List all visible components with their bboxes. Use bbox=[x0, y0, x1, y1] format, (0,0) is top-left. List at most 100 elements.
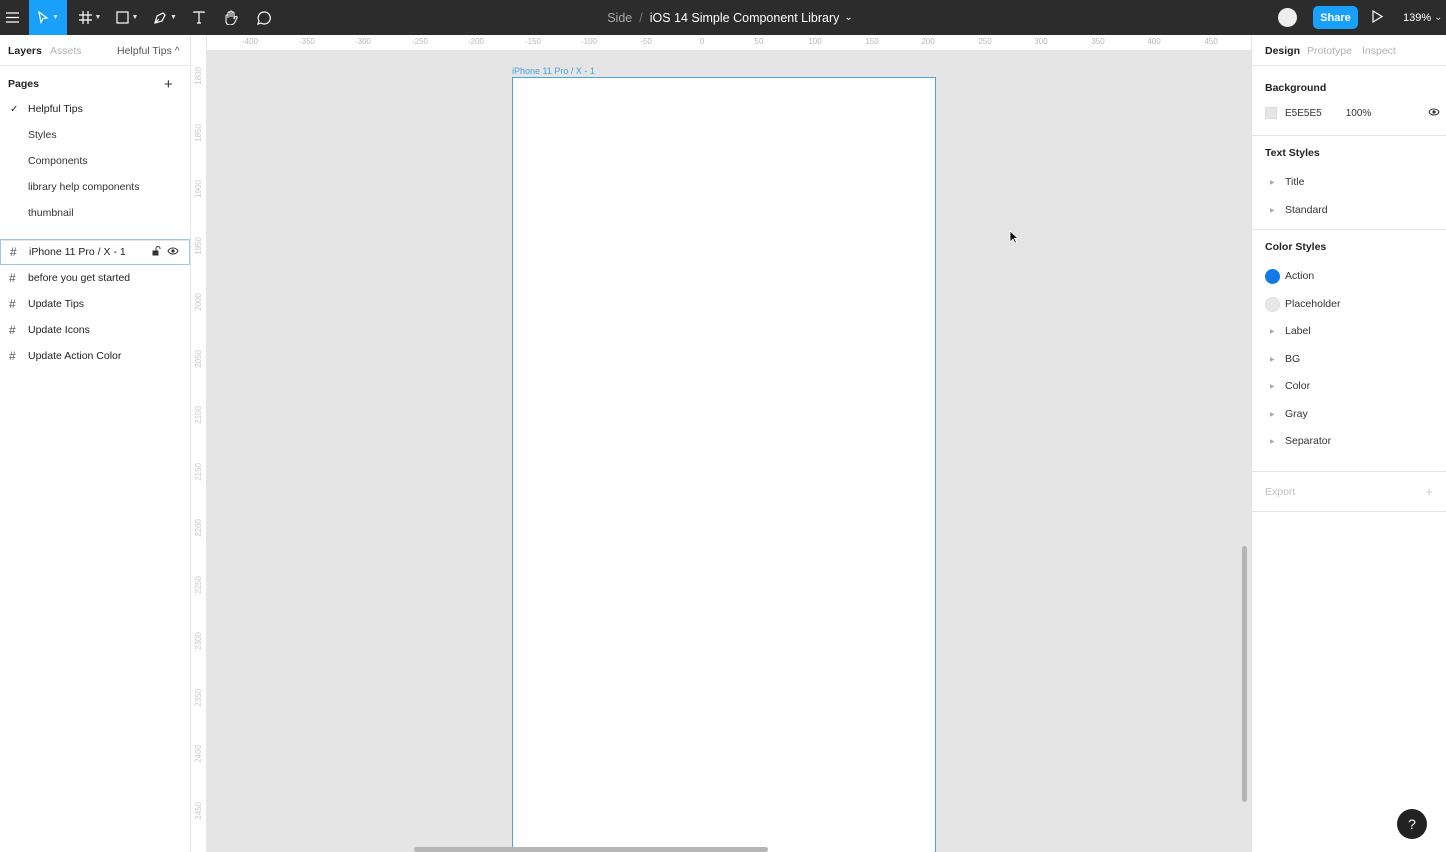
eye-icon[interactable] bbox=[1428, 107, 1440, 117]
ruler-tick: 2050 bbox=[194, 350, 203, 368]
ruler-tick: 2300 bbox=[194, 632, 203, 650]
caret-right-icon: ▶ bbox=[1270, 438, 1275, 445]
main-menu-button[interactable] bbox=[0, 0, 24, 35]
tab-layers[interactable]: Layers bbox=[8, 45, 42, 57]
text-style-item[interactable]: ▶ Title bbox=[1265, 173, 1440, 191]
tab-inspect[interactable]: Inspect bbox=[1362, 45, 1396, 57]
background-opacity-input[interactable]: 100% bbox=[1346, 108, 1372, 119]
color-group-item[interactable]: ▶ Label bbox=[1265, 322, 1440, 340]
text-tool-button[interactable] bbox=[189, 0, 209, 35]
text-style-label: Title bbox=[1285, 176, 1305, 188]
color-group-item[interactable]: ▶ Separator bbox=[1265, 432, 1440, 450]
zoom-dropdown[interactable]: 139% ⌄ bbox=[1403, 0, 1443, 35]
current-page-dropdown[interactable]: Helpful Tips ^ bbox=[117, 45, 180, 57]
hand-tool-button[interactable] bbox=[221, 0, 241, 35]
ruler-tick: 50 bbox=[754, 37, 764, 46]
eye-icon[interactable] bbox=[167, 246, 179, 256]
section-divider bbox=[1252, 135, 1446, 136]
page-item[interactable]: library help components bbox=[0, 174, 190, 200]
pen-icon bbox=[154, 11, 166, 24]
color-group-item[interactable]: ▶ BG bbox=[1265, 350, 1440, 368]
ruler-tick: -100 bbox=[580, 37, 598, 46]
file-name[interactable]: iOS 14 Simple Component Library bbox=[650, 11, 840, 25]
ruler-tick: 400 bbox=[1147, 37, 1161, 46]
layer-item[interactable]: # Update Icons bbox=[0, 317, 190, 343]
ruler-tick: 1800 bbox=[194, 67, 203, 85]
layer-item[interactable]: # before you get started bbox=[0, 265, 190, 291]
ruler-tick: 2100 bbox=[194, 406, 203, 424]
ruler-tick: 1850 bbox=[194, 124, 203, 142]
color-style-item[interactable]: Placeholder bbox=[1265, 295, 1440, 313]
ruler-tick: 450 bbox=[1204, 37, 1218, 46]
add-page-button[interactable]: + bbox=[164, 76, 173, 93]
page-item[interactable]: Components bbox=[0, 148, 190, 174]
layer-label: iPhone 11 Pro / X - 1 bbox=[29, 246, 126, 258]
share-button[interactable]: Share bbox=[1313, 6, 1358, 29]
color-dot-action bbox=[1265, 268, 1280, 284]
layer-tools bbox=[152, 246, 179, 256]
background-color-swatch[interactable] bbox=[1265, 107, 1277, 119]
layer-item-selected[interactable]: # iPhone 11 Pro / X - 1 bbox=[0, 239, 190, 265]
left-sidebar: Layers Assets Helpful Tips ^ Pages + ✓ H… bbox=[0, 35, 191, 852]
layer-item[interactable]: # Update Tips bbox=[0, 291, 190, 317]
caret-right-icon: ▶ bbox=[1270, 411, 1275, 418]
checkmark-icon: ✓ bbox=[10, 103, 19, 115]
horizontal-scrollbar[interactable] bbox=[414, 847, 768, 852]
page-label: library help components bbox=[28, 181, 140, 193]
present-button[interactable] bbox=[1372, 9, 1384, 26]
caret-right-icon: ▶ bbox=[1270, 179, 1275, 186]
color-group-label: Color bbox=[1285, 380, 1311, 392]
comment-tool-button[interactable] bbox=[254, 0, 274, 35]
vertical-scrollbar[interactable] bbox=[1242, 546, 1247, 802]
chevron-down-icon: ▼ bbox=[170, 14, 177, 21]
chevron-down-icon[interactable]: ⌄ bbox=[844, 12, 852, 23]
left-panel-tabs: Layers Assets Helpful Tips ^ bbox=[0, 35, 190, 66]
frame-hash-icon: # bbox=[9, 297, 16, 311]
lock-open-icon[interactable] bbox=[152, 246, 161, 256]
right-sidebar: Design Prototype Inspect Background E5E5… bbox=[1251, 35, 1446, 852]
ruler-tick: 1900 bbox=[194, 180, 203, 198]
add-export-button[interactable]: + bbox=[1425, 484, 1433, 499]
color-group-item[interactable]: ▶ Gray bbox=[1265, 405, 1440, 423]
page-label: Styles bbox=[28, 129, 57, 141]
zoom-value: 139% bbox=[1403, 11, 1432, 24]
user-avatar[interactable] bbox=[1278, 8, 1297, 27]
design-canvas[interactable]: iPhone 11 Pro / X - 1 bbox=[207, 51, 1251, 852]
layer-label: Update Action Color bbox=[28, 350, 122, 362]
page-label: thumbnail bbox=[28, 207, 74, 219]
hand-icon bbox=[225, 10, 238, 25]
frame-tool-button[interactable]: ▼ bbox=[75, 0, 105, 35]
chevron-down-icon: ▼ bbox=[94, 14, 102, 21]
ruler-tick: 150 bbox=[865, 37, 879, 46]
tab-design[interactable]: Design bbox=[1265, 45, 1300, 57]
ruler-tick: -350 bbox=[298, 37, 316, 46]
text-t-icon bbox=[193, 11, 205, 24]
shape-tool-button[interactable]: ▼ bbox=[112, 0, 142, 35]
pen-tool-button[interactable]: ▼ bbox=[150, 0, 180, 35]
page-item[interactable]: thumbnail bbox=[0, 200, 190, 226]
color-styles-heading: Color Styles bbox=[1265, 241, 1327, 253]
project-name[interactable]: Side bbox=[607, 11, 632, 25]
layer-item[interactable]: # Update Action Color bbox=[0, 343, 190, 369]
iphone-frame[interactable] bbox=[512, 77, 936, 852]
color-group-label: Separator bbox=[1285, 435, 1332, 447]
color-style-label: Action bbox=[1285, 270, 1315, 282]
chevron-down-icon: ▼ bbox=[52, 14, 59, 21]
layer-label: Update Icons bbox=[28, 324, 90, 336]
color-style-item[interactable]: Action bbox=[1265, 267, 1440, 285]
move-tool-button[interactable]: ▼ bbox=[29, 0, 67, 35]
frame-label[interactable]: iPhone 11 Pro / X - 1 bbox=[512, 66, 595, 76]
page-item[interactable]: ✓ Helpful Tips bbox=[0, 96, 190, 122]
cursor-arrow-icon bbox=[38, 11, 49, 24]
background-hex-input[interactable]: E5E5E5 bbox=[1285, 108, 1322, 119]
tab-assets[interactable]: Assets bbox=[50, 45, 82, 57]
tab-prototype[interactable]: Prototype bbox=[1307, 45, 1352, 57]
color-group-item[interactable]: ▶ Color bbox=[1265, 377, 1440, 395]
color-group-label: Gray bbox=[1285, 408, 1308, 420]
frame-hash-icon bbox=[78, 11, 92, 24]
ruler-tick: -300 bbox=[354, 37, 372, 46]
text-style-item[interactable]: ▶ Standard bbox=[1265, 201, 1440, 219]
page-item[interactable]: Styles bbox=[0, 122, 190, 148]
ruler-tick: 2450 bbox=[194, 802, 203, 820]
help-button[interactable]: ? bbox=[1397, 809, 1427, 839]
